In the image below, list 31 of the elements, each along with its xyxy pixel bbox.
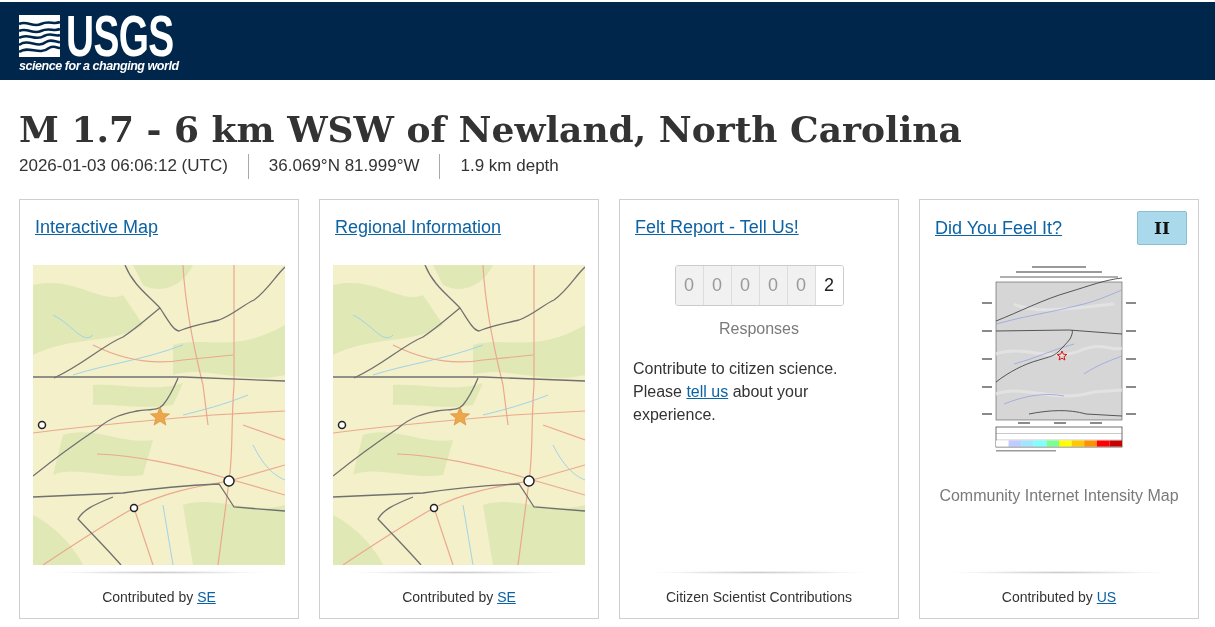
responses-label: Responses [718,319,799,339]
map-image[interactable] [333,265,585,565]
map-image[interactable] [33,265,285,565]
card-title-link[interactable]: Felt Report - Tell Us! [635,215,799,239]
event-detail: 1.9 km depth [460,155,559,177]
counter-digit: 2 [814,266,843,305]
logo-wordmark[interactable]: USGS [66,14,174,57]
counter-digit: 0 [730,266,759,305]
contributor-note: Contributed by SE [102,588,216,607]
contribute-text: Contribute to citizen science. Please tell us about your experience. [633,359,839,425]
card-title-link[interactable]: Interactive Map [35,215,159,239]
event-detail: 2026-01-03 06:06:12 (UTC) [19,155,228,177]
logo-tagline: science for a changing world [19,59,181,73]
counter-digit: 0 [758,266,787,305]
event-title: M 1.7 - 6 km WSW of Newland, North Carolina [19,107,963,152]
contributor-link[interactable]: SE [497,589,516,605]
event-detail: 36.069°N 81.999°W [268,155,420,177]
tell-us-link[interactable]: tell us [686,383,729,400]
footer-note: Citizen Scientist Contributions [666,588,852,607]
contributor-note: Contributed by US [1001,588,1117,607]
intensity-badge: II [1137,211,1187,245]
card-title-link[interactable]: Did You Feel It? [935,216,1063,240]
counter-digit: 0 [675,266,703,305]
counter-digit: 0 [786,266,815,305]
counter-digit: 0 [702,266,731,305]
waves-logo-icon [19,14,60,57]
image-caption: Community Internet Intensity Map [939,486,1179,506]
card-title-link[interactable]: Regional Information [335,215,502,239]
contributor-link[interactable]: US [1096,589,1117,605]
contributor-note: Contributed by SE [402,588,516,607]
contributor-link[interactable]: SE [197,589,216,605]
